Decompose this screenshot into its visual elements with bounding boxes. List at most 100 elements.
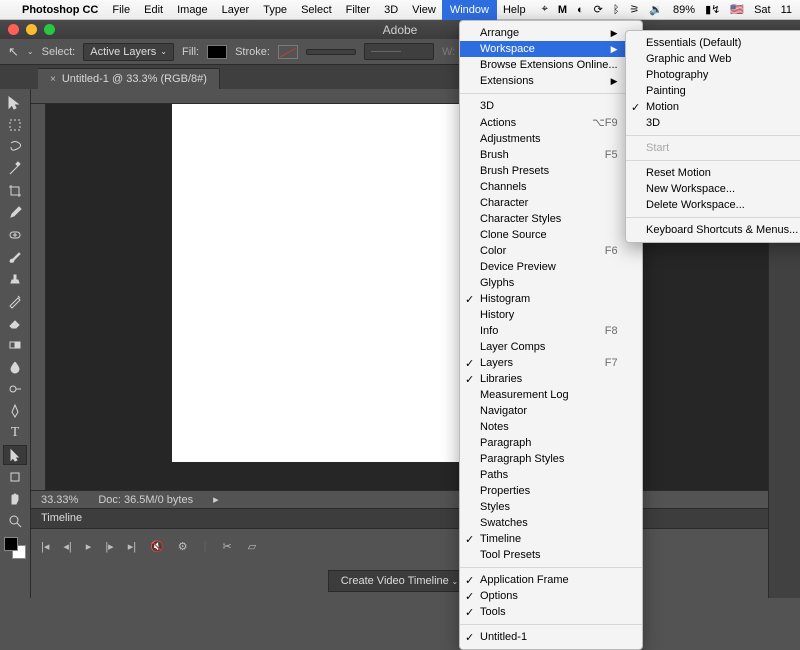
menu-file[interactable]: File bbox=[112, 4, 130, 16]
blur-tool[interactable] bbox=[3, 357, 27, 377]
window-menu-item-paths[interactable]: Paths bbox=[460, 467, 642, 483]
menu-layer[interactable]: Layer bbox=[222, 4, 250, 16]
crop-tool[interactable] bbox=[3, 181, 27, 201]
workspace-menu-item-essentials-default-[interactable]: Essentials (Default) bbox=[626, 35, 800, 51]
minimize-window-button[interactable] bbox=[26, 24, 37, 35]
foreground-background-swatch[interactable] bbox=[4, 537, 26, 559]
wifi-icon[interactable]: ⚞ bbox=[629, 3, 639, 16]
window-menu-item-notes[interactable]: Notes bbox=[460, 419, 642, 435]
eyedropper-tool[interactable] bbox=[3, 203, 27, 223]
workspace-menu-item-delete-workspace-[interactable]: Delete Workspace... bbox=[626, 197, 800, 213]
workspace-menu-item-3d[interactable]: 3D bbox=[626, 115, 800, 131]
window-menu-item-timeline[interactable]: ✓Timeline bbox=[460, 531, 642, 547]
workspace-menu-item-new-workspace-[interactable]: New Workspace... bbox=[626, 181, 800, 197]
window-menu-item-navigator[interactable]: Navigator bbox=[460, 403, 642, 419]
shape-tool[interactable] bbox=[3, 467, 27, 487]
window-menu-item-paragraph[interactable]: Paragraph bbox=[460, 435, 642, 451]
malware-icon[interactable]: M bbox=[558, 4, 567, 16]
workspace-menu-item-painting[interactable]: Painting bbox=[626, 83, 800, 99]
workspace-menu-item-reset-motion[interactable]: Reset Motion bbox=[626, 165, 800, 181]
zoom-window-button[interactable] bbox=[44, 24, 55, 35]
window-menu-item-glyphs[interactable]: Glyphs bbox=[460, 275, 642, 291]
brush-tool[interactable] bbox=[3, 247, 27, 267]
volume-icon[interactable]: 🔉 bbox=[649, 3, 663, 16]
bluetooth-icon[interactable]: ᛒ bbox=[613, 4, 620, 16]
select-dropdown[interactable]: Active Layers⌄ bbox=[83, 43, 174, 61]
move-tool[interactable] bbox=[3, 93, 27, 113]
eraser-tool[interactable] bbox=[3, 313, 27, 333]
play-button[interactable]: ▸ bbox=[86, 540, 92, 553]
window-menu-item-histogram[interactable]: ✓Histogram bbox=[460, 291, 642, 307]
window-menu-item-history[interactable]: History bbox=[460, 307, 642, 323]
healing-tool[interactable] bbox=[3, 225, 27, 245]
path-selection-tool[interactable] bbox=[3, 445, 27, 465]
pen-tool[interactable] bbox=[3, 401, 27, 421]
menu-view[interactable]: View bbox=[412, 4, 436, 16]
status-icon[interactable]: ⌖ bbox=[542, 3, 548, 16]
next-frame-button[interactable]: |▸ bbox=[105, 540, 113, 553]
window-menu-item-paragraph-styles[interactable]: Paragraph Styles bbox=[460, 451, 642, 467]
audio-mute-button[interactable]: 🔇 bbox=[150, 540, 164, 553]
window-menu-item-color[interactable]: ColorF6 bbox=[460, 243, 642, 259]
window-menu-item-extensions[interactable]: Extensions▶ bbox=[460, 73, 642, 89]
zoom-tool[interactable] bbox=[3, 511, 27, 531]
window-menu-item-libraries[interactable]: ✓Libraries bbox=[460, 371, 642, 387]
menu-help[interactable]: Help bbox=[503, 4, 526, 16]
tool-preset-icon[interactable]: ↖ bbox=[8, 44, 19, 60]
window-menu-item-character[interactable]: Character bbox=[460, 195, 642, 211]
sync-icon[interactable]: ⟳ bbox=[594, 3, 603, 16]
window-menu-item-actions[interactable]: Actions⌥F9 bbox=[460, 114, 642, 131]
stroke-style[interactable]: ——— bbox=[364, 43, 434, 60]
tool-preset-arrow[interactable]: ⌄ bbox=[27, 47, 34, 56]
menu-type[interactable]: Type bbox=[263, 4, 287, 16]
window-menu-item-character-styles[interactable]: Character Styles bbox=[460, 211, 642, 227]
window-menu-item-browse-extensions-online-[interactable]: Browse Extensions Online... bbox=[460, 57, 642, 73]
split-clip-button[interactable]: ✂ bbox=[223, 540, 232, 553]
window-menu-item-properties[interactable]: Properties bbox=[460, 483, 642, 499]
close-tab-icon[interactable]: × bbox=[50, 74, 56, 85]
window-menu-item-brush[interactable]: BrushF5 bbox=[460, 147, 642, 163]
dodge-tool[interactable] bbox=[3, 379, 27, 399]
vertical-ruler[interactable] bbox=[31, 104, 46, 490]
menu-filter[interactable]: Filter bbox=[346, 4, 370, 16]
lasso-tool[interactable] bbox=[3, 137, 27, 157]
status-arrow-icon[interactable]: ▸ bbox=[213, 493, 219, 506]
app-menu[interactable]: Photoshop CC bbox=[22, 4, 98, 16]
window-menu-item-3d[interactable]: 3D bbox=[460, 98, 642, 114]
menu-3d[interactable]: 3D bbox=[384, 4, 398, 16]
timeline-options-icon[interactable]: ⚙ bbox=[178, 540, 188, 553]
clock-day[interactable]: Sat bbox=[754, 4, 771, 16]
stroke-swatch[interactable] bbox=[278, 45, 298, 59]
workspace-menu-item-motion[interactable]: ✓Motion bbox=[626, 99, 800, 115]
window-menu-item-tools[interactable]: ✓Tools bbox=[460, 604, 642, 620]
gradient-tool[interactable] bbox=[3, 335, 27, 355]
battery-icon[interactable]: ▮↯ bbox=[705, 3, 720, 16]
transition-button[interactable]: ▱ bbox=[248, 540, 256, 553]
window-menu-item-info[interactable]: InfoF8 bbox=[460, 323, 642, 339]
window-menu-item-brush-presets[interactable]: Brush Presets bbox=[460, 163, 642, 179]
history-brush-tool[interactable] bbox=[3, 291, 27, 311]
window-menu-item-untitled-1[interactable]: ✓Untitled-1 bbox=[460, 629, 642, 645]
workspace-menu-item-keyboard-shortcuts-menus-[interactable]: Keyboard Shortcuts & Menus... bbox=[626, 222, 800, 238]
document-tab[interactable]: × Untitled-1 @ 33.3% (RGB/8#) bbox=[38, 68, 220, 89]
first-frame-button[interactable]: |◂ bbox=[41, 540, 49, 553]
window-menu-item-layers[interactable]: ✓LayersF7 bbox=[460, 355, 642, 371]
window-menu-item-styles[interactable]: Styles bbox=[460, 499, 642, 515]
doc-size-readout[interactable]: Doc: 36.5M/0 bytes bbox=[98, 494, 193, 506]
window-menu-item-arrange[interactable]: Arrange▶ bbox=[460, 25, 642, 41]
timeline-panel-header[interactable]: Timeline bbox=[31, 509, 768, 529]
close-window-button[interactable] bbox=[8, 24, 19, 35]
window-menu-item-options[interactable]: ✓Options bbox=[460, 588, 642, 604]
document-canvas[interactable] bbox=[172, 104, 492, 462]
window-menu-item-tool-presets[interactable]: Tool Presets bbox=[460, 547, 642, 563]
cloud-icon[interactable]: ◐ bbox=[577, 4, 584, 16]
window-menu-item-clone-source[interactable]: Clone Source bbox=[460, 227, 642, 243]
flag-icon[interactable]: 🇺🇸 bbox=[730, 3, 744, 16]
menu-window[interactable]: Window bbox=[442, 0, 497, 20]
clone-stamp-tool[interactable] bbox=[3, 269, 27, 289]
window-menu-item-adjustments[interactable]: Adjustments bbox=[460, 131, 642, 147]
stroke-width[interactable] bbox=[306, 49, 356, 55]
workspace-menu-item-graphic-and-web[interactable]: Graphic and Web bbox=[626, 51, 800, 67]
create-video-timeline-button[interactable]: Create Video Timeline ⌄ bbox=[328, 570, 472, 592]
workspace-menu-item-photography[interactable]: Photography bbox=[626, 67, 800, 83]
